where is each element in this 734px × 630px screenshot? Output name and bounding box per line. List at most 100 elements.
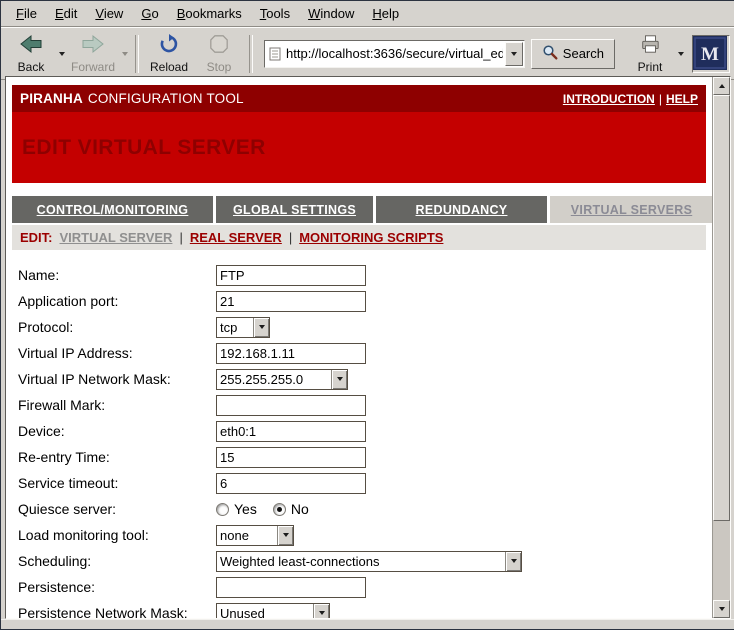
subnav-prefix: EDIT: (20, 230, 53, 245)
scrollbar-thumb[interactable] (713, 95, 730, 521)
vertical-scrollbar[interactable] (712, 77, 730, 618)
quiesce-server-label: Quiesce server: (12, 501, 216, 517)
print-icon (638, 34, 662, 59)
application-port-input[interactable] (216, 291, 366, 312)
print-button[interactable]: Print (625, 33, 675, 75)
toolbar-separator (249, 35, 253, 73)
scroll-up-button[interactable] (713, 77, 730, 95)
reload-button[interactable]: Reload (144, 33, 194, 75)
tab-control-monitoring[interactable]: CONTROL/MONITORING (12, 196, 213, 223)
tab-global-settings[interactable]: GLOBAL SETTINGS (216, 196, 373, 223)
select-value: none (217, 528, 277, 543)
radio-icon[interactable] (216, 503, 229, 516)
protocol-label: Protocol: (12, 319, 216, 335)
form-row: Virtual IP Network Mask:255.255.255.0 (12, 366, 706, 392)
form-row: Protocol:tcp (12, 314, 706, 340)
application-port-label: Application port: (12, 293, 216, 309)
monitoring-scripts-link[interactable]: MONITORING SCRIPTS (299, 230, 443, 245)
mozilla-logo-icon[interactable]: M (692, 35, 730, 73)
app-header: PIRANHA CONFIGURATION TOOL INTRODUCTION|… (12, 85, 706, 112)
separator: | (172, 230, 189, 245)
service-timeout-label: Service timeout: (12, 475, 216, 491)
re-entry-time-input[interactable] (216, 447, 366, 468)
form-row: Load monitoring tool:none (12, 522, 706, 548)
form-row: Re-entry Time: (12, 444, 706, 470)
title-band: EDIT VIRTUAL SERVER (12, 112, 706, 183)
page-content: PIRANHA CONFIGURATION TOOL INTRODUCTION|… (6, 77, 712, 618)
real-server-link[interactable]: REAL SERVER (190, 230, 282, 245)
radio-icon[interactable] (273, 503, 286, 516)
url-input[interactable] (284, 44, 505, 64)
stop-label: Stop (207, 60, 232, 74)
menu-go[interactable]: Go (132, 3, 167, 24)
menu-help[interactable]: Help (363, 3, 408, 24)
chevron-down-icon (122, 52, 128, 56)
name-label: Name: (12, 267, 216, 283)
back-label: Back (18, 60, 45, 74)
dropdown-arrow-icon[interactable] (277, 526, 293, 545)
radio-label: No (291, 501, 309, 517)
persistence-input[interactable] (216, 577, 366, 598)
form-row: Application port: (12, 288, 706, 314)
persistence-network-mask-select[interactable]: Unused (216, 603, 330, 619)
browser-window: FileEditViewGoBookmarksToolsWindowHelp B… (0, 0, 734, 630)
quiesce-server-no-radio[interactable]: No (273, 501, 309, 517)
virtual-server-link[interactable]: VIRTUAL SERVER (60, 230, 173, 245)
subnav-links: VIRTUAL SERVER|REAL SERVER|MONITORING SC… (60, 230, 444, 245)
back-button[interactable]: Back (6, 33, 56, 75)
tab-label: CONTROL/MONITORING (37, 203, 189, 217)
search-button[interactable]: Search (531, 39, 615, 69)
scheduling-label: Scheduling: (12, 553, 216, 569)
virtual-ip-network-mask-select[interactable]: 255.255.255.0 (216, 369, 348, 390)
form-row: Device: (12, 418, 706, 444)
device-input[interactable] (216, 421, 366, 442)
arrow-down-icon (719, 607, 725, 611)
reload-label: Reload (150, 60, 188, 74)
help-link[interactable]: HELP (666, 92, 698, 106)
quiesce-server-yes-radio[interactable]: Yes (216, 501, 257, 517)
name-input[interactable] (216, 265, 366, 286)
header-links: INTRODUCTION|HELP (563, 92, 698, 106)
menu-bookmarks[interactable]: Bookmarks (168, 3, 251, 24)
print-label: Print (638, 60, 663, 74)
scroll-down-button[interactable] (713, 600, 730, 618)
dropdown-arrow-icon[interactable] (331, 370, 347, 389)
tab-redundancy[interactable]: REDUNDANCY (376, 196, 547, 223)
select-value: 255.255.255.0 (217, 372, 331, 387)
toolbar: Back Forward Reload Stop (1, 27, 734, 80)
tab-virtual-servers[interactable]: VIRTUAL SERVERS (550, 196, 712, 223)
menu-edit[interactable]: Edit (46, 3, 86, 24)
back-dropdown[interactable] (56, 33, 67, 75)
menu-file[interactable]: File (7, 3, 46, 24)
form-row: Firewall Mark: (12, 392, 706, 418)
menu-window[interactable]: Window (299, 3, 363, 24)
device-label: Device: (12, 423, 216, 439)
load-monitoring-tool-select[interactable]: none (216, 525, 294, 546)
search-label: Search (563, 46, 604, 61)
menu-view[interactable]: View (86, 3, 132, 24)
service-timeout-input[interactable] (216, 473, 366, 494)
menu-tools[interactable]: Tools (251, 3, 299, 24)
subnav: EDIT: VIRTUAL SERVER|REAL SERVER|MONITOR… (12, 225, 706, 250)
form-row: Name: (12, 262, 706, 288)
reload-icon (158, 34, 180, 59)
dropdown-arrow-icon[interactable] (253, 318, 269, 337)
stop-button[interactable]: Stop (194, 33, 244, 75)
firewall-mark-input[interactable] (216, 395, 366, 416)
dropdown-arrow-icon[interactable] (505, 552, 521, 571)
introduction-link[interactable]: INTRODUCTION (563, 92, 655, 106)
browser-viewport: PIRANHA CONFIGURATION TOOL INTRODUCTION|… (5, 76, 731, 619)
print-dropdown[interactable] (675, 33, 686, 75)
forward-button[interactable]: Forward (67, 33, 119, 75)
protocol-select[interactable]: tcp (216, 317, 270, 338)
stop-icon (208, 34, 230, 59)
url-bar (264, 40, 525, 68)
forward-dropdown[interactable] (119, 33, 130, 75)
forward-label: Forward (71, 60, 115, 74)
virtual-ip-address-input[interactable] (216, 343, 366, 364)
select-value: Weighted least-connections (217, 554, 505, 569)
dropdown-arrow-icon[interactable] (313, 604, 329, 619)
url-dropdown[interactable] (505, 42, 523, 66)
radio-label: Yes (234, 501, 257, 517)
scheduling-select[interactable]: Weighted least-connections (216, 551, 522, 572)
